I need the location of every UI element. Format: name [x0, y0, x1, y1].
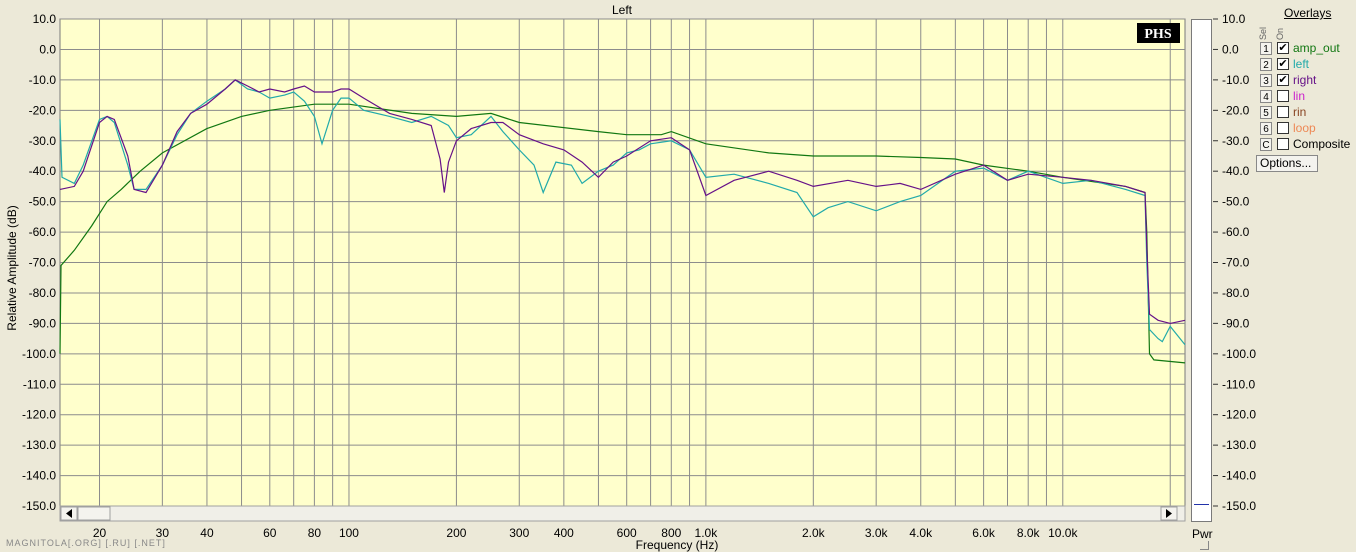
overlay-select-button[interactable]: 5: [1260, 106, 1272, 119]
x-tick-label: 400: [554, 526, 574, 540]
sel-column-header: Sel: [1258, 26, 1268, 40]
overlay-checkbox[interactable]: [1277, 122, 1289, 134]
y-tick-label-right: -140.0: [1222, 469, 1256, 483]
y-tick-label-right: -150.0: [1222, 499, 1256, 513]
power-level-line: [1194, 504, 1209, 505]
y-tick-label: -100.0: [22, 347, 56, 361]
overlays-panel: Overlays Sel On 1 ✔ amp_out 2 ✔ left 3 ✔ right 4 l…: [1256, 4, 1356, 174]
x-tick-label: 3.0k: [865, 526, 889, 540]
y-tick-label-right: -50.0: [1222, 195, 1250, 209]
x-tick-label: 40: [200, 526, 214, 540]
y-tick-label-right: 0.0: [1222, 42, 1239, 56]
y-tick-label-right: 10.0: [1222, 12, 1246, 26]
overlay-label: rin: [1293, 105, 1307, 119]
overlay-select-button[interactable]: 2: [1260, 58, 1272, 71]
y-tick-label-right: -60.0: [1222, 225, 1250, 239]
overlay-checkbox[interactable]: [1277, 90, 1289, 102]
overlay-label: right: [1293, 73, 1317, 87]
x-axis-ticks: 20 30 40 60 80 100 200 300 400 600 800 1.0k 2.0k 3.0k…: [93, 526, 1079, 540]
y-tick-label-right: -70.0: [1222, 256, 1250, 270]
y-tick-label-right: -120.0: [1222, 408, 1256, 422]
y-axis-ticks-left: 10.0 0.0 -10.0 -20.0 -30.0 -40.0 -50.0 -60.0 -70…: [22, 12, 56, 513]
y-tick-label: 10.0: [33, 12, 57, 26]
overlay-row-right: 3 ✔ right: [1260, 73, 1356, 89]
x-tick-label: 100: [339, 526, 359, 540]
overlay-label: Composite: [1293, 137, 1351, 151]
overlay-select-button[interactable]: 3: [1260, 74, 1272, 87]
y-tick-label: -140.0: [22, 469, 56, 483]
overlay-row-lin: 4 lin: [1260, 89, 1356, 105]
overlay-select-button[interactable]: C: [1260, 138, 1272, 151]
watermark: MAGNITOLA[.ORG] [.RU] [.NET]: [6, 538, 166, 548]
frequency-response-chart: 10.0 0.0 -10.0 -20.0 -30.0 -40.0 -50.0 -60.0 -70…: [5, 3, 1256, 552]
x-tick-label: 60: [263, 526, 277, 540]
overlay-checkbox[interactable]: ✔: [1277, 58, 1289, 70]
overlay-row-rin: 5 rin: [1260, 105, 1356, 121]
overlay-row-Composite: C Composite: [1260, 137, 1356, 153]
y-tick-label-right: -90.0: [1222, 316, 1250, 330]
x-tick-label: 6.0k: [972, 526, 996, 540]
scroll-thumb[interactable]: [77, 506, 111, 521]
y-tick-label-right: -100.0: [1222, 347, 1256, 361]
x-tick-label: 2.0k: [802, 526, 826, 540]
x-tick-label: 200: [446, 526, 466, 540]
horizontal-scrollbar[interactable]: [59, 505, 1186, 522]
y-tick-label: -70.0: [29, 256, 57, 270]
x-tick-label: 80: [308, 526, 322, 540]
overlay-label: lin: [1293, 89, 1306, 103]
overlays-title: Overlays: [1284, 6, 1332, 20]
y-tick-label-right: -130.0: [1222, 438, 1256, 452]
y-tick-label-right: -20.0: [1222, 103, 1250, 117]
y-tick-label: -10.0: [29, 73, 57, 87]
y-axis-ticks-right: 10.0 0.0 -10.0 -20.0 -30.0 -40.0 -50.0 -60.0 -70…: [1213, 12, 1256, 513]
overlay-row-left: 2 ✔ left: [1260, 57, 1356, 73]
y-tick-label: -120.0: [22, 408, 56, 422]
overlay-label: left: [1293, 57, 1310, 71]
x-tick-label: 10.0k: [1048, 526, 1078, 540]
y-tick-label: 0.0: [39, 42, 56, 56]
y-tick-label: -50.0: [29, 195, 57, 209]
overlay-select-button[interactable]: 1: [1260, 42, 1272, 55]
x-tick-label: 8.0k: [1017, 526, 1041, 540]
y-tick-label-right: -30.0: [1222, 134, 1250, 148]
overlay-label: loop: [1293, 121, 1316, 135]
overlay-label: amp_out: [1293, 41, 1340, 55]
x-tick-label: 600: [617, 526, 637, 540]
on-column-header: On: [1275, 27, 1285, 40]
y-tick-label-right: -40.0: [1222, 164, 1250, 178]
y-tick-label-right: -10.0: [1222, 73, 1250, 87]
y-axis-label: Relative Amplitude (dB): [5, 205, 19, 330]
y-tick-label: -60.0: [29, 225, 57, 239]
overlay-row-loop: 6 loop: [1260, 121, 1356, 137]
power-meter: [1191, 19, 1212, 522]
overlay-checkbox[interactable]: ✔: [1277, 42, 1289, 54]
overlay-row-amp_out: 1 ✔ amp_out: [1260, 41, 1356, 57]
overlay-checkbox[interactable]: [1277, 106, 1289, 118]
x-tick-label: 4.0k: [909, 526, 933, 540]
x-tick-label: 300: [509, 526, 529, 540]
phs-logo: PHS: [1137, 23, 1180, 43]
overlay-select-button[interactable]: 4: [1260, 90, 1272, 103]
y-tick-label: -20.0: [29, 103, 57, 117]
chart-title: Left: [612, 3, 633, 17]
svg-text:PHS: PHS: [1144, 27, 1171, 42]
options-button[interactable]: Options...: [1256, 155, 1318, 172]
y-tick-label-right: -110.0: [1222, 377, 1255, 391]
y-tick-label: -90.0: [29, 316, 57, 330]
y-tick-label: -80.0: [29, 286, 57, 300]
y-tick-label: -130.0: [22, 438, 56, 452]
overlay-select-button[interactable]: 6: [1260, 122, 1272, 135]
y-tick-label: -40.0: [29, 164, 57, 178]
overlay-checkbox[interactable]: [1277, 138, 1289, 150]
pwr-label: Pwr: [1192, 527, 1213, 541]
overlay-checkbox[interactable]: ✔: [1277, 74, 1289, 86]
y-tick-label: -110.0: [23, 377, 56, 391]
resize-grip-icon[interactable]: [1200, 541, 1209, 550]
y-tick-label-right: -80.0: [1222, 286, 1250, 300]
x-axis-label: Frequency (Hz): [636, 538, 719, 552]
y-tick-label: -30.0: [29, 134, 57, 148]
y-tick-label: -150.0: [22, 499, 56, 513]
